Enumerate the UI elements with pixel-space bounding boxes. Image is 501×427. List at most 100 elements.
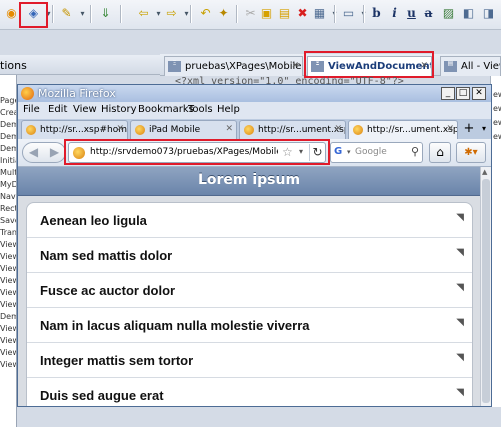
list-item[interactable]: Nam in lacus aliquam nulla molestie vive… bbox=[27, 308, 472, 343]
maximize-button[interactable]: □ bbox=[456, 87, 470, 100]
outline-row[interactable]: View bbox=[0, 360, 16, 369]
tag-icon[interactable]: ✦ bbox=[215, 5, 232, 22]
editor-tab-all-view[interactable]: ▤ All - View bbox=[440, 56, 501, 76]
editor-tab-mobile[interactable]: Ξ pruebas\XPages\Mobile... ✕ bbox=[164, 56, 303, 76]
menu-help[interactable]: Help bbox=[217, 104, 240, 115]
browser-tab[interactable]: http://sr...ument.xsp ✕ bbox=[239, 120, 346, 139]
outline-row[interactable]: Save bbox=[0, 216, 16, 225]
close-icon[interactable]: ✕ bbox=[446, 124, 454, 134]
browser-tab-active[interactable]: http://sr...ument.xsp ✕ bbox=[348, 120, 458, 139]
back-button[interactable]: ◀ bbox=[25, 144, 42, 161]
right-panel-row[interactable]: ew bbox=[493, 90, 501, 99]
editor-tab-highlight-box bbox=[304, 51, 434, 78]
list-item[interactable]: Integer mattis sem tortor ◥ bbox=[27, 343, 472, 378]
toolbar-separator bbox=[190, 5, 192, 23]
close-icon[interactable]: ✕ bbox=[291, 61, 299, 71]
menu-view[interactable]: View bbox=[73, 104, 97, 115]
pencil-icon[interactable]: ✎ bbox=[58, 5, 75, 22]
favicon-icon bbox=[135, 125, 145, 135]
delete-icon[interactable]: ✖ bbox=[294, 5, 311, 22]
document-icon: ◥ bbox=[456, 247, 464, 258]
dropdown-arrow-icon[interactable]: ▾ bbox=[178, 5, 195, 22]
list-item[interactable]: Nam sed mattis dolor ◥ bbox=[27, 238, 472, 273]
outline-row[interactable]: Navi bbox=[0, 192, 16, 201]
outline-row[interactable]: Rect bbox=[0, 204, 16, 213]
document-icon: ◥ bbox=[456, 317, 464, 328]
layout-panel-icon[interactable]: ◨ bbox=[480, 5, 497, 22]
outline-row[interactable]: Dem bbox=[0, 312, 16, 321]
cut-icon[interactable]: ✂ bbox=[242, 5, 259, 22]
paste-icon[interactable]: ▣ bbox=[258, 5, 275, 22]
right-panel-row[interactable]: ew bbox=[493, 104, 501, 113]
list-item-label: Nam sed mattis dolor bbox=[40, 248, 173, 263]
scroll-up-arrow-icon[interactable]: ▲ bbox=[482, 168, 487, 176]
outline-row[interactable]: View bbox=[0, 336, 16, 345]
favicon-icon bbox=[26, 125, 36, 135]
close-window-button[interactable]: ✕ bbox=[472, 87, 486, 100]
toolbar-highlight-box bbox=[19, 2, 48, 28]
outline-row[interactable]: Creat bbox=[0, 108, 16, 117]
menu-tools[interactable]: Tools bbox=[188, 104, 213, 115]
close-icon[interactable]: ✕ bbox=[334, 124, 342, 134]
list-item[interactable]: Duis sed augue erat ◥ bbox=[27, 378, 472, 406]
toolbar-separator bbox=[334, 5, 336, 23]
close-icon[interactable]: ✕ bbox=[116, 124, 124, 134]
dropdown-arrow-icon[interactable]: ▾ bbox=[74, 5, 91, 22]
italic-icon[interactable]: i bbox=[386, 5, 403, 22]
outline-row[interactable]: View bbox=[0, 288, 16, 297]
strikethrough-icon[interactable]: a bbox=[420, 5, 437, 22]
close-icon[interactable]: ✕ bbox=[225, 124, 233, 134]
tab-list-dropdown[interactable]: ▾ bbox=[479, 120, 489, 138]
outline-row[interactable]: Dem bbox=[0, 120, 16, 129]
google-icon[interactable]: G bbox=[334, 146, 347, 159]
browser-tab[interactable]: iPad Mobile ✕ bbox=[130, 120, 237, 139]
outline-row[interactable]: Tran bbox=[0, 228, 16, 237]
outline-row[interactable]: Pages bbox=[0, 96, 16, 105]
list-item[interactable]: Aenean leo ligula ◥ bbox=[27, 203, 472, 238]
search-placeholder: Google bbox=[355, 147, 387, 157]
right-panel-row[interactable]: ew bbox=[493, 132, 501, 141]
copy-icon[interactable]: ▤ bbox=[276, 5, 293, 22]
outline-row[interactable]: View bbox=[0, 240, 16, 249]
image-icon[interactable]: ▨ bbox=[440, 5, 457, 22]
layout-panel-icon[interactable]: ◧ bbox=[460, 5, 477, 22]
right-panel-row[interactable]: ew bbox=[493, 118, 501, 127]
outline-panel: Pages Creat Dem Dem Dem Initia Multi MyD… bbox=[0, 75, 17, 427]
new-tab-button[interactable]: + bbox=[462, 120, 476, 138]
page-scrollbar[interactable]: ▲ bbox=[480, 167, 491, 406]
undo-arrow-icon[interactable]: ↶ bbox=[197, 5, 214, 22]
outline-row[interactable]: View bbox=[0, 300, 16, 309]
outline-row[interactable]: Dem bbox=[0, 132, 16, 141]
search-box[interactable]: G ▾ Google ⚲ bbox=[330, 142, 423, 163]
bold-icon[interactable]: b bbox=[368, 5, 385, 22]
browser-tab[interactable]: http://sr...xsp#home ✕ bbox=[21, 120, 128, 139]
underline-icon[interactable]: u bbox=[403, 5, 420, 22]
outline-row[interactable]: MyDo bbox=[0, 180, 16, 189]
list-item-label: Duis sed augue erat bbox=[40, 388, 164, 403]
home-button[interactable]: ⌂ bbox=[429, 142, 451, 163]
outline-row[interactable]: Initia bbox=[0, 156, 16, 165]
list-item-label: Integer mattis sem tortor bbox=[40, 353, 194, 368]
list-item[interactable]: Fusce ac auctor dolor ◥ bbox=[27, 273, 472, 308]
outline-panel-title: tions bbox=[0, 59, 27, 72]
minimize-button[interactable]: _ bbox=[441, 87, 455, 100]
outline-row[interactable]: View bbox=[0, 252, 16, 261]
menu-bookmarks[interactable]: Bookmarks bbox=[138, 104, 194, 115]
forward-button[interactable]: ▶ bbox=[46, 144, 63, 161]
menu-edit[interactable]: Edit bbox=[48, 104, 67, 115]
menu-history[interactable]: History bbox=[101, 104, 137, 115]
arrow-down-icon[interactable]: ⇓ bbox=[97, 5, 114, 22]
outline-row[interactable]: View bbox=[0, 348, 16, 357]
outline-row[interactable]: View bbox=[0, 324, 16, 333]
search-engine-dropdown[interactable]: ▾ bbox=[347, 148, 351, 156]
back-forward-group: ◀ ▶ bbox=[22, 142, 66, 163]
outline-row[interactable]: View bbox=[0, 264, 16, 273]
outline-row[interactable]: Dem bbox=[0, 144, 16, 153]
outline-row[interactable]: Multi bbox=[0, 168, 16, 177]
preview-icon[interactable]: ◉ bbox=[3, 5, 20, 22]
addon-button[interactable]: ✱▾ bbox=[456, 142, 486, 163]
search-icon[interactable]: ⚲ bbox=[411, 145, 419, 158]
outline-row[interactable]: View bbox=[0, 276, 16, 285]
menu-file[interactable]: File bbox=[23, 104, 40, 115]
scrollbar-thumb[interactable] bbox=[482, 179, 490, 403]
